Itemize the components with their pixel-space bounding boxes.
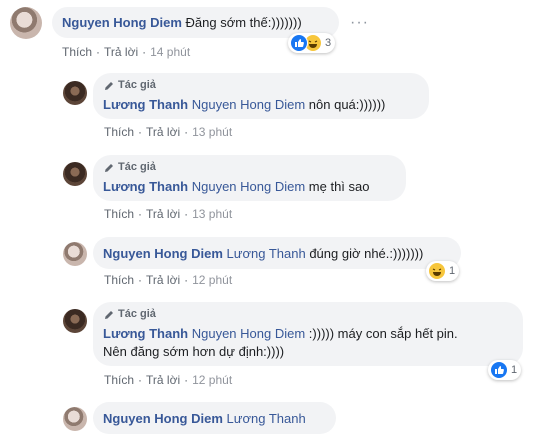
like-link[interactable]: Thích — [62, 45, 92, 59]
comment-text: mẹ thì sao — [308, 179, 370, 194]
reply-link[interactable]: Trả lời — [104, 45, 138, 59]
haha-reaction-icon — [428, 262, 446, 280]
comment-bubble: Nguyen Hong Diem Lương Thanh đúng giờ nh… — [93, 237, 461, 269]
avatar-luong-thanh[interactable] — [63, 309, 87, 333]
like-link[interactable]: Thích — [104, 273, 134, 287]
comment-bubble: Tác giả Lương Thanh Nguyen Hong Diem :))… — [93, 302, 523, 366]
comment-timestamp[interactable]: 13 phút — [192, 207, 232, 221]
pencil-icon — [105, 81, 113, 90]
reaction-summary[interactable]: 1 — [488, 360, 522, 380]
comment-author[interactable]: Nguyen Hong Diem — [103, 411, 223, 426]
reaction-count: 1 — [449, 265, 456, 277]
comment-author[interactable]: Nguyen Hong Diem — [62, 15, 182, 30]
reply-link[interactable]: Trả lời — [146, 207, 180, 221]
avatar-luong-thanh[interactable] — [63, 162, 87, 186]
comment-text: nôn quá:)))))) — [308, 97, 386, 112]
author-tag-label: Tác giả — [118, 161, 156, 173]
avatar-nguyen-hong-diem[interactable] — [63, 242, 87, 266]
separator-dot: · — [184, 125, 189, 139]
comment-mention[interactable]: Nguyen Hong Diem — [192, 97, 305, 112]
comment-timestamp[interactable]: 13 phút — [192, 125, 232, 139]
like-link[interactable]: Thích — [104, 373, 134, 387]
comment-mention[interactable]: Lương Thanh — [227, 411, 306, 426]
comment-bubble: Tác giả Lương Thanh Nguyen Hong Diem mẹ … — [93, 155, 406, 201]
comment-bubble: Tác giả Lương Thanh Nguyen Hong Diem nôn… — [93, 73, 429, 119]
comment-actions: Thích · Trả lời · 12 phút — [104, 373, 232, 387]
separator-dot: · — [138, 273, 143, 287]
comment-text-line2: Nên đăng sớm hơn dự định:)))) — [103, 344, 285, 359]
comment-author[interactable]: Lương Thanh — [103, 97, 188, 112]
separator-dot: · — [184, 373, 189, 387]
like-reaction-icon — [490, 361, 508, 379]
reply-link[interactable]: Trả lời — [146, 373, 180, 387]
comment-mention[interactable]: Lương Thanh — [227, 246, 306, 261]
reaction-count: 3 — [325, 37, 332, 49]
separator-dot: · — [184, 273, 189, 287]
separator-dot: · — [138, 207, 143, 221]
comment-timestamp[interactable]: 12 phút — [192, 273, 232, 287]
author-tag-label: Tác giả — [118, 308, 156, 320]
comment-author[interactable]: Lương Thanh — [103, 326, 188, 341]
pencil-icon — [105, 310, 113, 319]
pencil-icon — [105, 163, 113, 172]
author-tag: Tác giả — [103, 160, 156, 175]
like-reaction-icon — [290, 34, 308, 52]
comment-actions: Thích · Trả lời · 14 phút — [62, 45, 190, 59]
avatar-luong-thanh[interactable] — [63, 81, 87, 105]
separator-dot: · — [96, 45, 101, 59]
author-tag: Tác giả — [103, 307, 156, 322]
separator-dot: · — [138, 125, 143, 139]
separator-dot: · — [184, 207, 189, 221]
comment-text: đúng giờ nhé.:))))))) — [309, 246, 424, 261]
comment-text: :))))) máy con sắp hết pin. — [308, 326, 458, 341]
avatar-nguyen-hong-diem[interactable] — [63, 407, 87, 431]
like-link[interactable]: Thích — [104, 125, 134, 139]
author-tag-label: Tác giả — [118, 79, 156, 91]
comment-mention[interactable]: Nguyen Hong Diem — [192, 179, 305, 194]
reaction-summary[interactable]: 1 — [426, 261, 460, 281]
author-tag: Tác giả — [103, 78, 156, 93]
comment-author[interactable]: Nguyen Hong Diem — [103, 246, 223, 261]
comment-timestamp[interactable]: 12 phút — [192, 373, 232, 387]
more-options-icon[interactable]: ··· — [350, 14, 369, 32]
comment-timestamp[interactable]: 14 phút — [150, 45, 190, 59]
separator-dot: · — [142, 45, 147, 59]
comment-author[interactable]: Lương Thanh — [103, 179, 188, 194]
comment-mention[interactable]: Nguyen Hong Diem — [192, 326, 305, 341]
reply-link[interactable]: Trả lời — [146, 273, 180, 287]
comment-actions: Thích · Trả lời · 13 phút — [104, 207, 232, 221]
reaction-summary[interactable]: 3 — [288, 33, 336, 53]
avatar-nguyen-hong-diem[interactable] — [10, 7, 42, 39]
comment-text: Đăng sớm thế:))))))) — [185, 15, 302, 30]
comment-actions: Thích · Trả lời · 12 phút — [104, 273, 232, 287]
reply-link[interactable]: Trả lời — [146, 125, 180, 139]
comment-actions: Thích · Trả lời · 13 phút — [104, 125, 232, 139]
separator-dot: · — [138, 373, 143, 387]
like-link[interactable]: Thích — [104, 207, 134, 221]
comment-bubble: Nguyen Hong Diem Lương Thanh — [93, 402, 336, 434]
reaction-count: 1 — [511, 364, 518, 376]
